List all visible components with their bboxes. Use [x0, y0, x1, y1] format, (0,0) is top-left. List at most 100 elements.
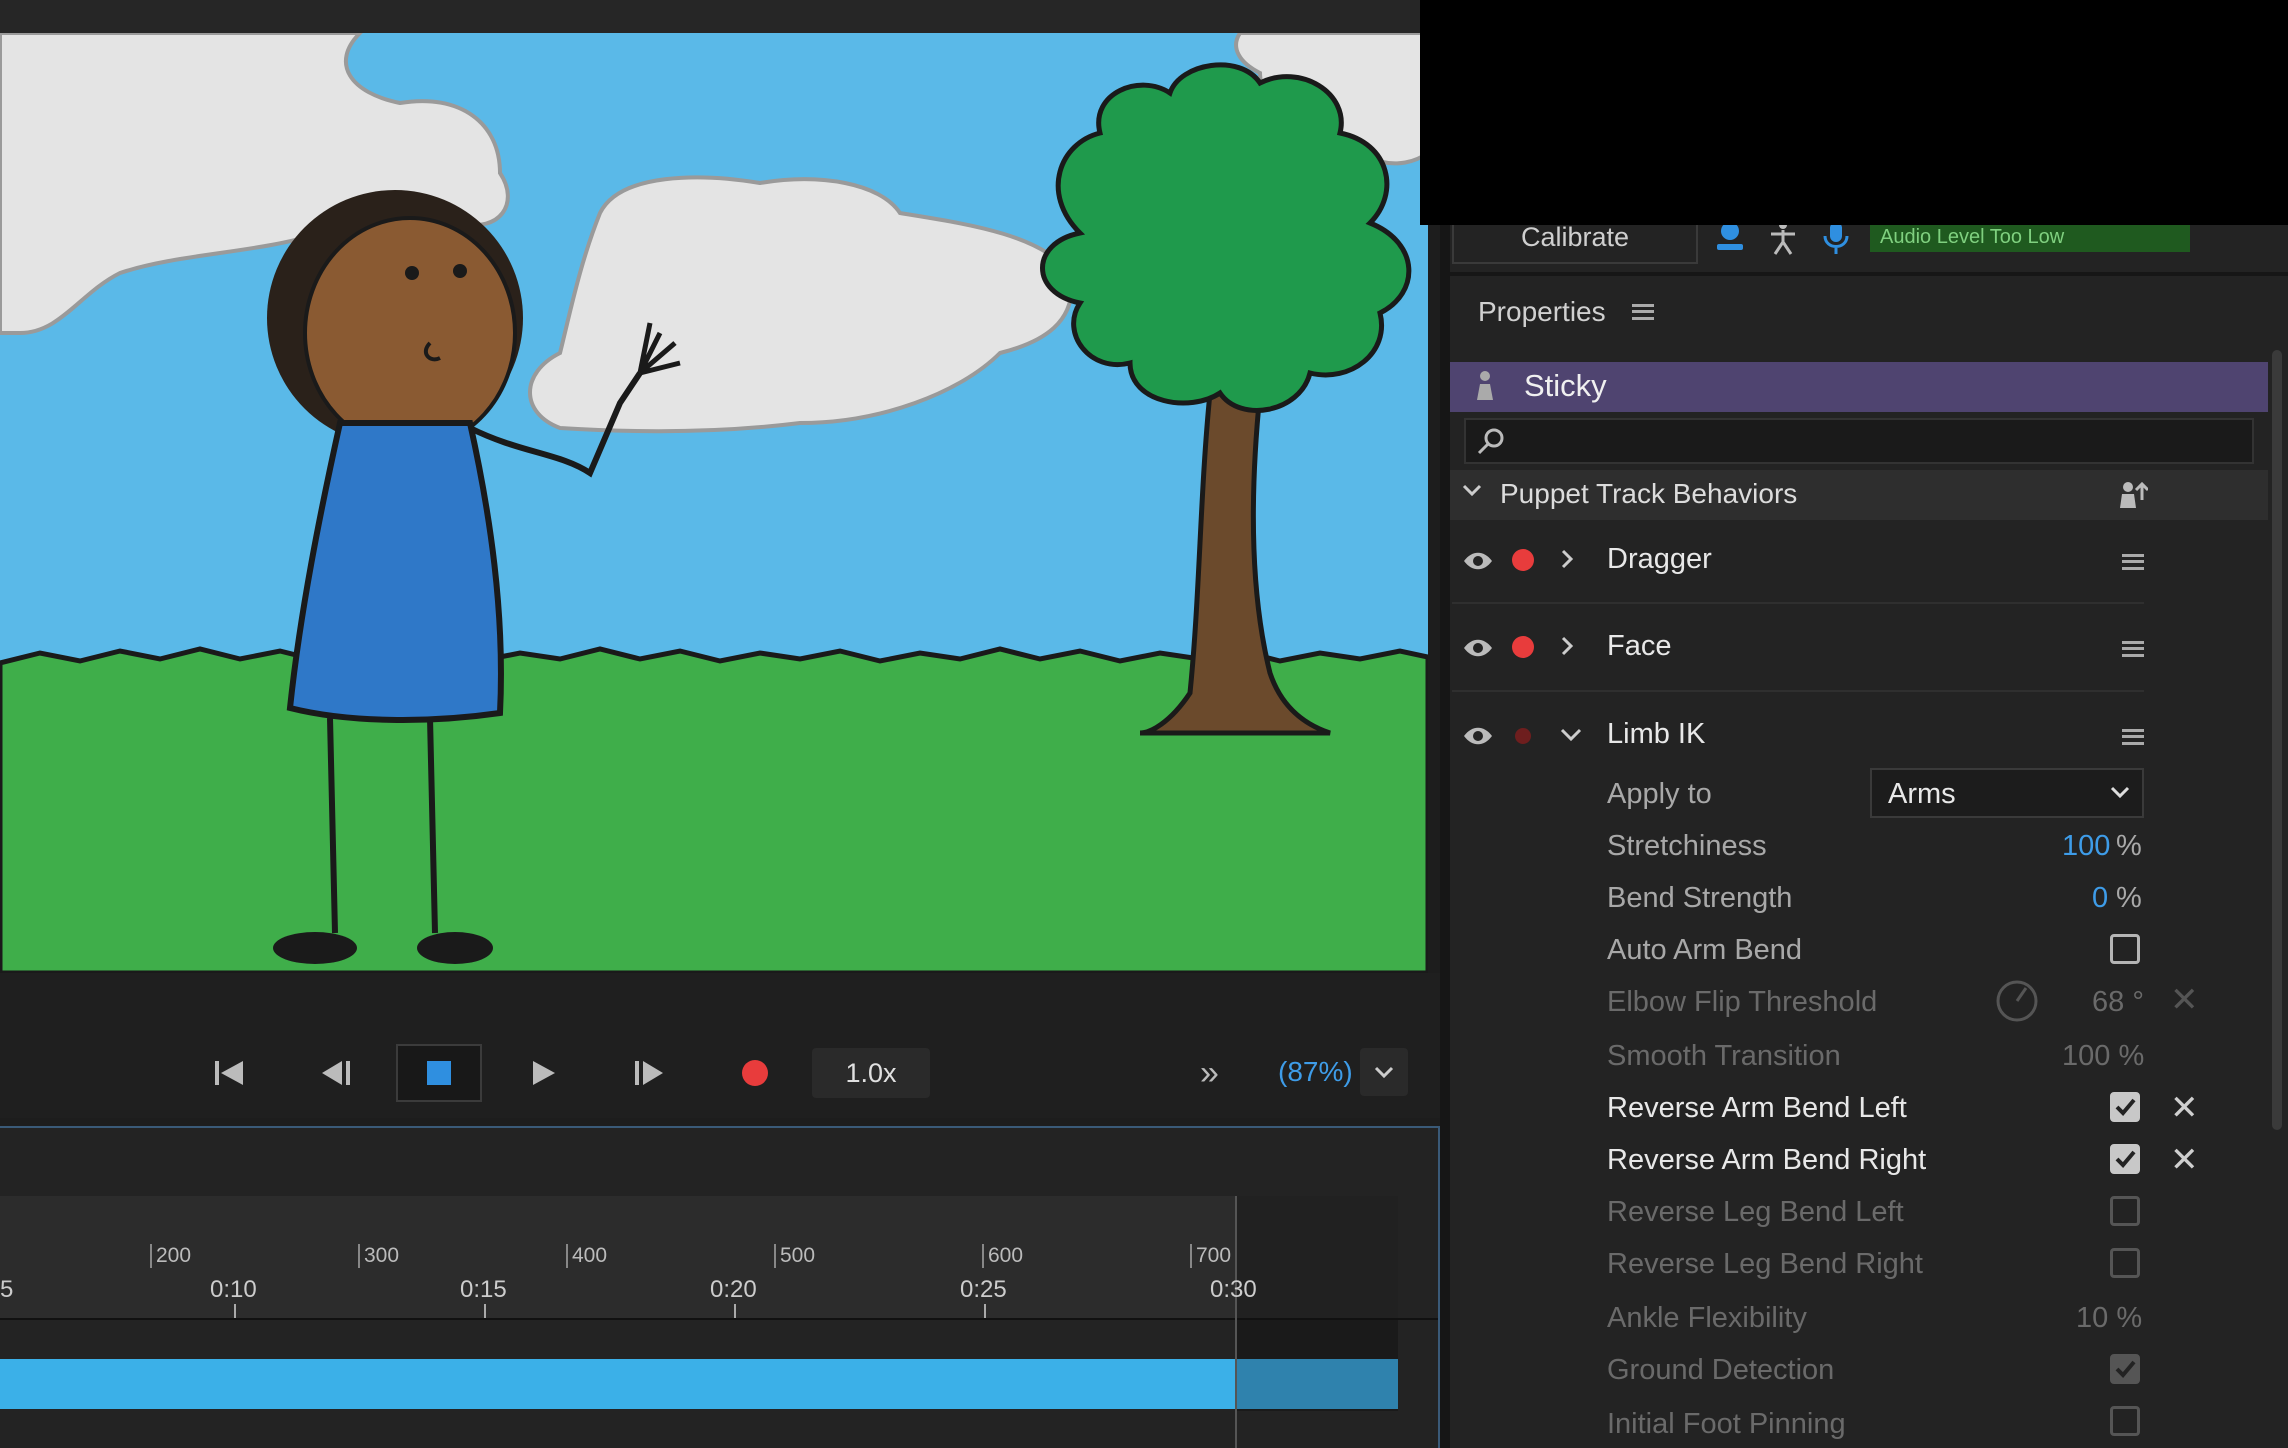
more-controls-button[interactable]: »: [1200, 1054, 1219, 1093]
frame-tick: 500: [774, 1244, 815, 1268]
reverse-arm-right-checkbox[interactable]: [2110, 1144, 2140, 1174]
section-title: Puppet Track Behaviors: [1500, 478, 1798, 509]
panel-divider: [1440, 272, 2288, 276]
webcam-icon[interactable]: [1714, 220, 1746, 259]
add-behavior-icon[interactable]: [2118, 480, 2150, 515]
elbow-flip-label: Elbow Flip Threshold: [1607, 986, 1878, 1018]
apply-to-value: Arms: [1888, 778, 1956, 810]
ruler-divider: [0, 1318, 1438, 1320]
record-button[interactable]: [720, 1044, 790, 1102]
search-icon: [1476, 426, 1506, 461]
behavior-name[interactable]: Limb IK: [1607, 718, 1705, 751]
play-button[interactable]: [508, 1044, 578, 1102]
checkmark-icon: [2115, 1098, 2136, 1116]
skip-start-icon: [215, 1061, 243, 1085]
behavior-menu-icon[interactable]: [2122, 641, 2144, 657]
stretchiness-value[interactable]: 100: [2062, 830, 2110, 863]
search-input[interactable]: [1464, 418, 2254, 464]
stop-icon: [427, 1061, 451, 1085]
auto-arm-bend-checkbox[interactable]: [2110, 934, 2140, 964]
divider: [1452, 602, 2144, 604]
behavior-menu-icon[interactable]: [2122, 554, 2144, 570]
time-tick-partial: 5: [0, 1276, 14, 1303]
playhead[interactable]: [1235, 1196, 1237, 1448]
reverse-leg-right-checkbox[interactable]: [2110, 1248, 2140, 1278]
frame-tick: 200: [150, 1244, 191, 1268]
tick-mark: [984, 1304, 986, 1318]
step-back-icon: [322, 1061, 350, 1085]
initial-foot-pinning-label: Initial Foot Pinning: [1607, 1408, 1846, 1440]
ground-detection-checkbox[interactable]: [2110, 1354, 2140, 1384]
initial-foot-pinning-checkbox[interactable]: [2110, 1406, 2140, 1436]
close-icon[interactable]: ✕: [2170, 1140, 2199, 1180]
time-tick: 0:25: [960, 1276, 1007, 1303]
go-to-start-button[interactable]: [195, 1044, 265, 1102]
visibility-eye-icon[interactable]: [1462, 725, 1494, 752]
reverse-arm-left-checkbox[interactable]: [2110, 1092, 2140, 1122]
tick-mark: [484, 1304, 486, 1318]
puppet-name: Sticky: [1524, 368, 1607, 403]
step-back-button[interactable]: [300, 1044, 370, 1102]
close-icon: ✕: [2170, 981, 2199, 1019]
puppet-icon: [1474, 370, 1496, 407]
reverse-leg-left-label: Reverse Leg Bend Left: [1607, 1196, 1904, 1228]
stretchiness-label: Stretchiness: [1607, 830, 1767, 862]
zoom-dropdown-button[interactable]: [1360, 1048, 1408, 1096]
arm-record-dot[interactable]: [1515, 728, 1531, 744]
body-tracker-icon[interactable]: [1768, 220, 1798, 261]
step-forward-icon: [635, 1061, 663, 1085]
behavior-name[interactable]: Dragger: [1607, 543, 1712, 576]
bend-strength-label: Bend Strength: [1607, 882, 1793, 914]
chevron-down-icon: [2110, 786, 2130, 805]
behavior-name[interactable]: Face: [1607, 630, 1671, 663]
frame-tick: 700: [1190, 1244, 1231, 1268]
scene-artwork: [0, 33, 1428, 973]
chevron-right-icon[interactable]: [1560, 548, 1574, 575]
audio-level-meter: Audio Level Too Low: [1870, 222, 2190, 252]
arm-record-dot[interactable]: [1512, 549, 1534, 571]
chevron-down-icon[interactable]: [1462, 484, 1482, 503]
stage-top-bar: [0, 0, 1420, 33]
zoom-level: (87%): [1278, 1056, 1353, 1087]
checkmark-icon: [2115, 1360, 2136, 1378]
smooth-transition-value: 100 %: [2062, 1040, 2145, 1072]
percent-unit: %: [2116, 882, 2142, 914]
visibility-eye-icon[interactable]: [1462, 550, 1494, 577]
ground-detection-label: Ground Detection: [1607, 1354, 1835, 1386]
microphone-icon[interactable]: [1822, 220, 1850, 261]
playback-speed[interactable]: 1.0x: [812, 1048, 930, 1098]
behavior-menu-icon[interactable]: [2122, 729, 2144, 745]
bend-strength-value[interactable]: 0: [2092, 882, 2108, 915]
arm-record-dot[interactable]: [1512, 636, 1534, 658]
ankle-flexibility-value: 10 %: [2076, 1302, 2143, 1334]
close-icon[interactable]: ✕: [2170, 1088, 2199, 1128]
timeline-track-bar[interactable]: [0, 1359, 1236, 1409]
percent-unit: %: [2116, 830, 2142, 862]
reverse-leg-right-label: Reverse Leg Bend Right: [1607, 1248, 1923, 1280]
frame-tick: 300: [358, 1244, 399, 1268]
tick-mark: [734, 1304, 736, 1318]
reverse-leg-left-checkbox[interactable]: [2110, 1196, 2140, 1226]
ankle-flexibility-label: Ankle Flexibility: [1607, 1302, 1807, 1334]
time-tick: 0:10: [210, 1276, 257, 1303]
chevron-down-icon[interactable]: [1560, 728, 1582, 747]
time-tick: 0:20: [710, 1276, 757, 1303]
step-forward-button[interactable]: [615, 1044, 685, 1102]
frame-tick: 600: [982, 1244, 1023, 1268]
scene-canvas[interactable]: [0, 33, 1428, 973]
reverse-arm-right-label: Reverse Arm Bend Right: [1607, 1144, 1927, 1176]
properties-menu-icon[interactable]: [1632, 304, 1654, 320]
blank-region: [1420, 0, 2288, 225]
elbow-flip-value: 68 °: [2092, 986, 2144, 1018]
time-tick: 0:15: [460, 1276, 507, 1303]
properties-title: Properties: [1478, 296, 1606, 327]
scrollbar[interactable]: [2272, 350, 2282, 1130]
dial-icon[interactable]: [1994, 978, 2040, 1029]
time-tick: 0:30: [1210, 1276, 1257, 1303]
stop-button[interactable]: [396, 1044, 482, 1102]
checkmark-icon: [2115, 1150, 2136, 1168]
chevron-right-icon[interactable]: [1560, 635, 1574, 662]
frame-tick: 400: [566, 1244, 607, 1268]
apply-to-label: Apply to: [1607, 778, 1712, 810]
visibility-eye-icon[interactable]: [1462, 637, 1494, 664]
